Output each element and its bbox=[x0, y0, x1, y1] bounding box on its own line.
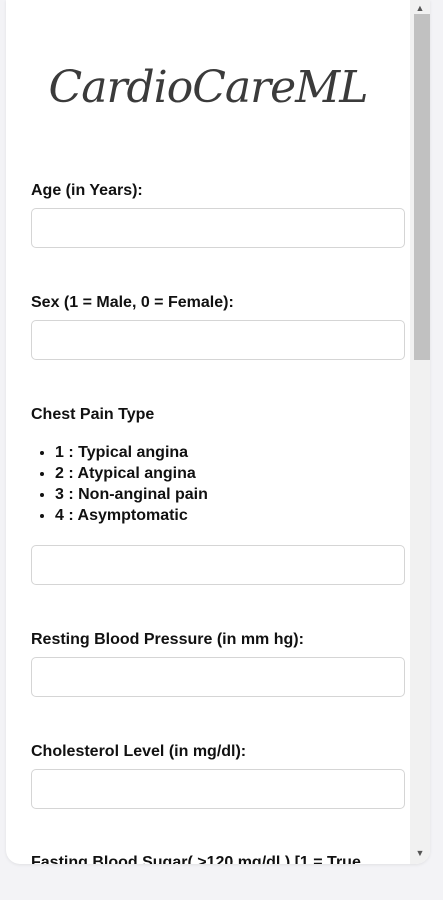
scroll-down-icon[interactable]: ▼ bbox=[410, 845, 430, 861]
scroll-thumb[interactable] bbox=[414, 14, 430, 360]
app-logo: CardioCareML bbox=[48, 62, 369, 113]
age-input[interactable] bbox=[31, 208, 405, 248]
sex-input[interactable] bbox=[31, 320, 405, 360]
form-card: CardioCareML Age (in Years): Sex (1 = Ma… bbox=[6, 0, 430, 864]
chest-pain-option: 2 : Atypical angina bbox=[55, 463, 208, 484]
form-content: CardioCareML Age (in Years): Sex (1 = Ma… bbox=[6, 0, 410, 864]
chest-pain-option: 4 : Asymptomatic bbox=[55, 505, 208, 526]
chest-pain-input[interactable] bbox=[31, 545, 405, 585]
cholesterol-input[interactable] bbox=[31, 769, 405, 809]
chest-pain-options-list: 1 : Typical angina 2 : Atypical angina 3… bbox=[31, 442, 208, 526]
age-label: Age (in Years): bbox=[31, 182, 143, 199]
sex-label: Sex (1 = Male, 0 = Female): bbox=[31, 294, 234, 311]
chest-pain-label: Chest Pain Type bbox=[31, 406, 155, 423]
cholesterol-label: Cholesterol Level (in mg/dl): bbox=[31, 743, 247, 760]
vertical-scrollbar[interactable]: ▲ ▼ bbox=[410, 0, 430, 864]
chest-pain-option: 3 : Non-anginal pain bbox=[55, 484, 208, 505]
fasting-sugar-label: Fasting Blood Sugar( >120 mg/dl ) [1 = T… bbox=[31, 854, 361, 864]
chest-pain-option: 1 : Typical angina bbox=[55, 442, 208, 463]
resting-bp-label: Resting Blood Pressure (in mm hg): bbox=[31, 631, 304, 648]
resting-bp-input[interactable] bbox=[31, 657, 405, 697]
